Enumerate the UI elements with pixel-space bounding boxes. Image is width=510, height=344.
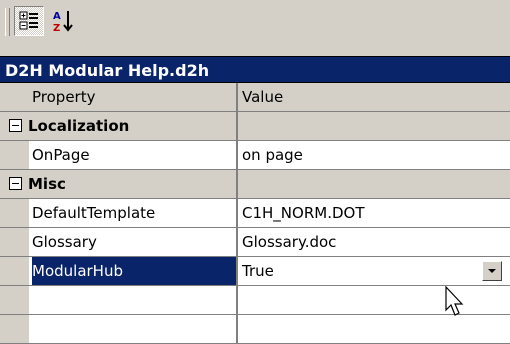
category-row-misc[interactable]: Misc: [0, 170, 510, 199]
categorized-view-icon: [19, 11, 38, 30]
property-value[interactable]: C1H_NORM.DOT: [240, 199, 510, 227]
property-grid: Property Value Localization OnPage on pa…: [0, 83, 510, 344]
category-label: Misc: [28, 175, 66, 193]
collapse-icon[interactable]: [9, 177, 22, 190]
value-column-header[interactable]: Value: [240, 83, 510, 111]
mouse-pointer-icon: [445, 286, 464, 316]
column-header-row: Property Value: [0, 83, 510, 112]
alphabetical-button[interactable]: A Z: [48, 6, 78, 36]
dropdown-button[interactable]: [482, 261, 502, 281]
property-row-glossary[interactable]: Glossary Glossary.doc: [0, 228, 510, 257]
property-row-defaulttemplate[interactable]: DefaultTemplate C1H_NORM.DOT: [0, 199, 510, 228]
category-row-localization[interactable]: Localization: [0, 112, 510, 141]
property-name[interactable]: OnPage: [32, 141, 236, 169]
property-row-onpage[interactable]: OnPage on page: [0, 141, 510, 170]
property-value[interactable]: Glossary.doc: [240, 228, 510, 256]
property-name[interactable]: ModularHub: [32, 257, 236, 285]
object-title: D2H Modular Help.d2h: [0, 56, 510, 83]
category-label: Localization: [28, 117, 130, 135]
column-divider[interactable]: [236, 83, 238, 344]
empty-row: [0, 315, 510, 344]
svg-text:Z: Z: [53, 23, 60, 33]
property-name[interactable]: DefaultTemplate: [32, 199, 236, 227]
property-column-header[interactable]: Property: [32, 83, 236, 111]
categorized-button[interactable]: [14, 6, 44, 36]
property-row-modularhub[interactable]: ModularHub True: [0, 257, 510, 286]
toolbar: A Z: [0, 0, 510, 42]
alphabetical-sort-icon: A Z: [53, 11, 73, 33]
property-value[interactable]: True: [240, 257, 510, 285]
collapse-icon[interactable]: [9, 119, 22, 132]
svg-text:A: A: [53, 11, 61, 22]
property-value[interactable]: on page: [240, 141, 510, 169]
toolbar-grip[interactable]: [5, 8, 10, 36]
property-name[interactable]: Glossary: [32, 228, 236, 256]
empty-row: [0, 286, 510, 315]
